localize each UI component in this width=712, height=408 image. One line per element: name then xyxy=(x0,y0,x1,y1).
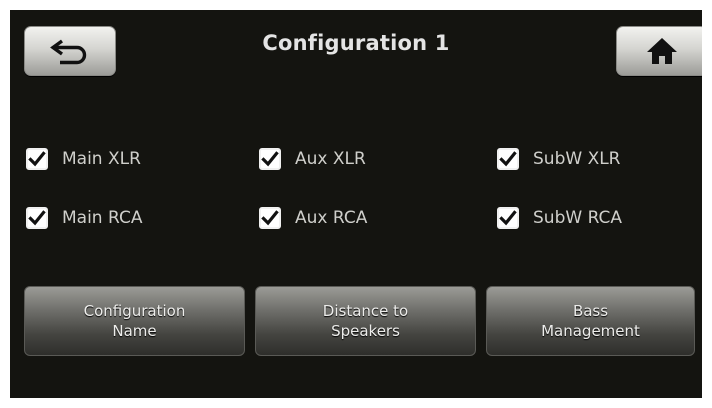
checkbox-subw-rca[interactable] xyxy=(497,207,519,229)
option-aux-rca[interactable]: Aux RCA xyxy=(259,205,367,231)
bass-management-button[interactable]: Bass Management xyxy=(486,286,695,356)
option-main-rca[interactable]: Main RCA xyxy=(26,205,142,231)
checkmark-icon xyxy=(499,210,517,226)
option-main-xlr[interactable]: Main XLR xyxy=(26,146,141,172)
button-label-line2: Name xyxy=(112,322,157,340)
checkmark-icon xyxy=(261,210,279,226)
checkmark-icon xyxy=(28,210,46,226)
distance-to-speakers-button[interactable]: Distance to Speakers xyxy=(255,286,476,356)
checkmark-icon xyxy=(261,151,279,167)
option-label: SubW RCA xyxy=(533,208,623,228)
option-label: Aux RCA xyxy=(295,208,368,228)
button-label-line1: Distance to xyxy=(322,302,409,320)
checkbox-main-xlr[interactable] xyxy=(26,148,48,170)
checkmark-icon xyxy=(28,151,46,167)
checkbox-main-rca[interactable] xyxy=(26,207,48,229)
checkbox-subw-xlr[interactable] xyxy=(497,148,519,170)
option-label: Aux XLR xyxy=(295,149,366,169)
checkbox-aux-rca[interactable] xyxy=(259,207,281,229)
option-aux-xlr[interactable]: Aux XLR xyxy=(259,146,366,172)
option-subw-xlr[interactable]: SubW XLR xyxy=(497,146,621,172)
checkmark-icon xyxy=(499,151,517,167)
option-label: Main XLR xyxy=(62,149,141,169)
button-label-line2: Speakers xyxy=(331,322,400,340)
option-label: SubW XLR xyxy=(533,149,621,169)
button-label-line2: Management xyxy=(541,322,640,340)
checkbox-aux-xlr[interactable] xyxy=(259,148,281,170)
button-label-line1: Configuration xyxy=(83,302,186,320)
configuration-name-button[interactable]: Configuration Name xyxy=(24,286,245,356)
option-subw-rca[interactable]: SubW RCA xyxy=(497,205,622,231)
button-label-line1: Bass xyxy=(572,302,609,320)
option-label: Main RCA xyxy=(62,208,143,228)
screen: Configuration 1 Main XLR Aux XLR SubW XL… xyxy=(10,10,702,398)
